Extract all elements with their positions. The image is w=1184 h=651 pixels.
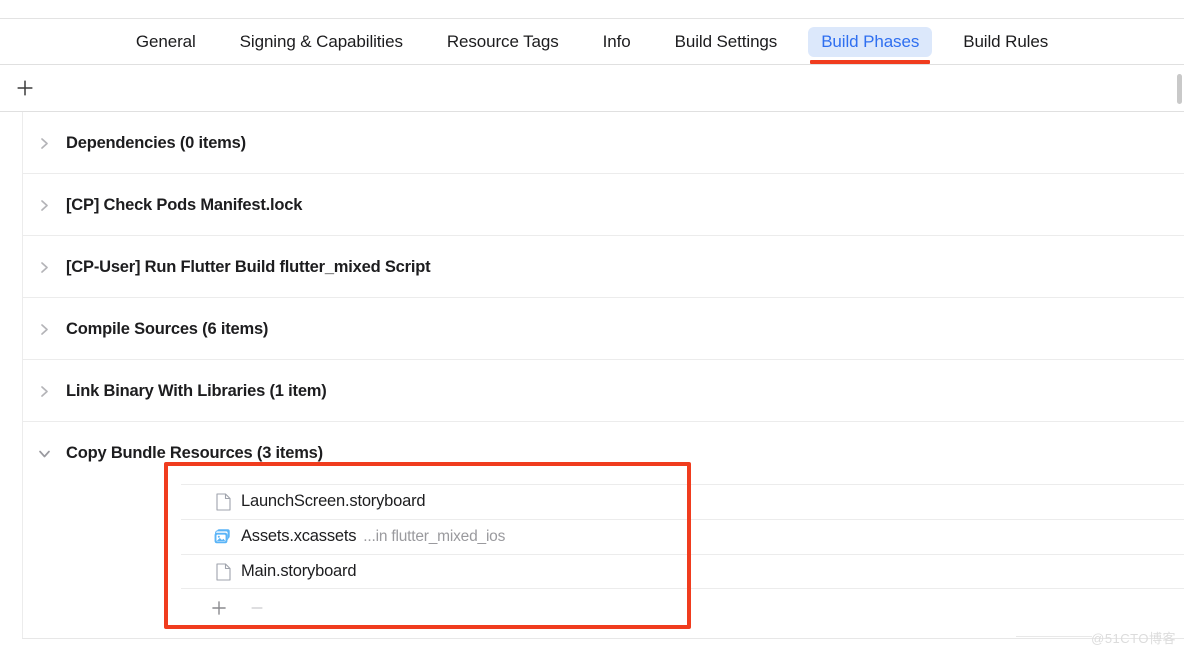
copy-bundle-resources-file-list: LaunchScreen.storyboard Assets.xcassets …: [0, 484, 1184, 627]
plus-icon: [212, 601, 226, 615]
file-name: Main.storyboard: [241, 562, 357, 580]
row-separator: [181, 554, 1184, 555]
document-file-icon: [214, 562, 232, 581]
vertical-scrollbar-thumb[interactable]: [1177, 74, 1182, 104]
file-list-actions: [0, 589, 1184, 627]
watermark: @51CTO博客: [1091, 631, 1176, 646]
chevron-right-icon[interactable]: [36, 321, 52, 337]
bottom-divider: [22, 638, 1184, 639]
minus-icon: [251, 607, 263, 609]
build-phases-list: Dependencies (0 items) [CP] Check Pods M…: [0, 112, 1184, 639]
project-editor-tabbar: General Signing & Capabilities Resource …: [0, 19, 1184, 65]
phase-row-copy-bundle-resources[interactable]: Copy Bundle Resources (3 items): [0, 422, 1184, 484]
chevron-right-icon[interactable]: [36, 383, 52, 399]
watermark-rule: [1016, 636, 1092, 637]
phase-row-dependencies[interactable]: Dependencies (0 items): [0, 112, 1184, 174]
asset-catalog-icon: [214, 527, 232, 546]
tab-general-label: General: [135, 32, 196, 51]
tab-signing-capabilities-label: Signing & Capabilities: [239, 32, 403, 51]
tab-build-settings-label: Build Settings: [674, 32, 778, 51]
list-item[interactable]: Main.storyboard: [0, 554, 1184, 589]
chevron-down-icon[interactable]: [36, 445, 52, 461]
phase-title: Link Binary With Libraries (1 item): [66, 381, 327, 400]
tab-resource-tags[interactable]: Resource Tags: [434, 27, 572, 57]
list-item[interactable]: LaunchScreen.storyboard: [0, 484, 1184, 519]
document-file-icon: [214, 492, 232, 511]
phase-row-check-pods-manifest[interactable]: [CP] Check Pods Manifest.lock: [0, 174, 1184, 236]
plus-icon: [17, 80, 33, 96]
tab-general[interactable]: General: [123, 27, 209, 57]
list-item[interactable]: Assets.xcassets ...in flutter_mixed_ios: [0, 519, 1184, 554]
chevron-right-icon[interactable]: [36, 135, 52, 151]
tab-build-rules[interactable]: Build Rules: [950, 27, 1061, 57]
chevron-right-icon[interactable]: [36, 197, 52, 213]
tab-build-settings[interactable]: Build Settings: [662, 27, 791, 57]
phase-title: Compile Sources (6 items): [66, 319, 269, 338]
phase-title: Copy Bundle Resources (3 items): [66, 443, 323, 462]
build-phases-toolbar: [0, 65, 1184, 112]
row-separator: [181, 519, 1184, 520]
add-build-phase-button[interactable]: [12, 75, 38, 101]
file-location-hint: ...in flutter_mixed_ios: [363, 527, 506, 545]
tab-signing-capabilities[interactable]: Signing & Capabilities: [227, 27, 416, 57]
file-name: Assets.xcassets: [241, 527, 357, 545]
phase-title: Dependencies (0 items): [66, 133, 246, 152]
file-name: LaunchScreen.storyboard: [241, 492, 426, 510]
phase-row-compile-sources[interactable]: Compile Sources (6 items): [0, 298, 1184, 360]
phase-title: [CP] Check Pods Manifest.lock: [66, 195, 303, 214]
tab-resource-tags-label: Resource Tags: [446, 32, 559, 51]
phase-row-run-flutter-build-script[interactable]: [CP-User] Run Flutter Build flutter_mixe…: [0, 236, 1184, 298]
tab-build-rules-label: Build Rules: [963, 32, 1049, 51]
add-file-button[interactable]: [208, 597, 230, 619]
tab-info[interactable]: Info: [590, 27, 644, 57]
remove-file-button[interactable]: [246, 597, 268, 619]
tab-info-label: Info: [602, 32, 631, 51]
chevron-right-icon[interactable]: [36, 259, 52, 275]
tab-build-phases-label: Build Phases: [821, 32, 920, 51]
phase-title: [CP-User] Run Flutter Build flutter_mixe…: [66, 257, 431, 276]
phase-row-link-binary-with-libraries[interactable]: Link Binary With Libraries (1 item): [0, 360, 1184, 422]
xcode-build-phases-pane: General Signing & Capabilities Resource …: [0, 0, 1184, 651]
tab-build-phases[interactable]: Build Phases: [808, 27, 933, 64]
row-separator: [181, 484, 1184, 485]
